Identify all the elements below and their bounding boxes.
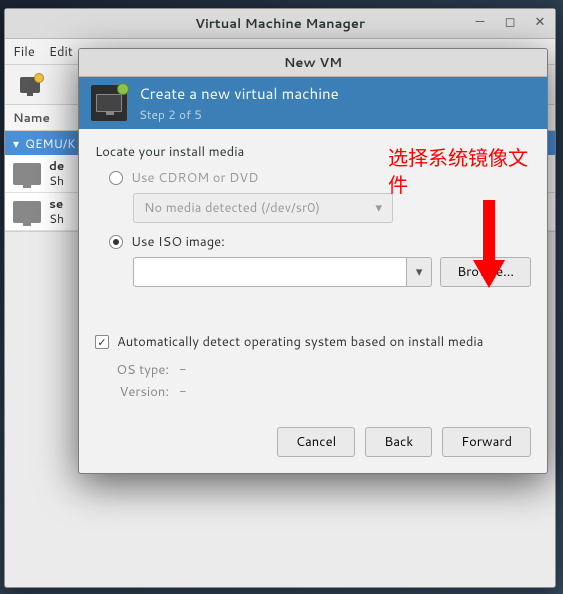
iso-dropdown-button[interactable]: ▾ bbox=[406, 257, 432, 287]
column-name: Name bbox=[13, 109, 50, 126]
vmm-title: Virtual Machine Manager bbox=[195, 15, 365, 33]
vmm-titlebar[interactable]: Virtual Machine Manager — ◻ ✕ bbox=[5, 9, 555, 39]
minimize-icon[interactable]: — bbox=[471, 13, 489, 31]
new-vm-button[interactable] bbox=[13, 70, 47, 100]
create-vm-icon bbox=[91, 85, 127, 121]
vm-icon bbox=[13, 163, 41, 185]
cancel-button[interactable]: Cancel bbox=[277, 427, 355, 457]
radio-cdrom-label: Use CDROM or DVD bbox=[131, 169, 258, 187]
os-type-key: OS type: bbox=[105, 361, 169, 379]
autodetect-row[interactable]: Automatically detect operating system ba… bbox=[95, 333, 531, 351]
banner-heading: Create a new virtual machine bbox=[139, 83, 339, 104]
forward-button[interactable]: Forward bbox=[442, 427, 531, 457]
dialog-title: New VM bbox=[284, 54, 342, 72]
star-icon bbox=[35, 74, 43, 82]
cdrom-combo-text: No media detected (/dev/sr0) bbox=[144, 199, 320, 217]
dialog-banner: Create a new virtual machine Step 2 of 5 bbox=[79, 77, 547, 129]
os-type-value: - bbox=[179, 361, 187, 379]
menu-file[interactable]: File bbox=[13, 43, 35, 61]
chevron-down-icon: ▾ bbox=[13, 135, 19, 152]
version-key: Version: bbox=[105, 383, 169, 401]
monitor-icon bbox=[20, 77, 40, 93]
vm-icon bbox=[13, 201, 41, 223]
autodetect-label: Automatically detect operating system ba… bbox=[117, 333, 483, 351]
dialog-titlebar[interactable]: New VM bbox=[79, 49, 547, 77]
close-icon[interactable]: ✕ bbox=[531, 13, 549, 31]
chevron-down-icon: ▾ bbox=[416, 263, 423, 281]
vm-state: Sh bbox=[49, 212, 64, 226]
iso-path-input[interactable] bbox=[133, 257, 406, 287]
radio-iso-row[interactable]: Use ISO image: bbox=[109, 233, 531, 251]
banner-step: Step 2 of 5 bbox=[139, 106, 339, 123]
version-value: - bbox=[179, 383, 187, 401]
radio-iso-label: Use ISO image: bbox=[131, 233, 225, 251]
group-label: QEMU/K bbox=[25, 135, 75, 152]
maximize-icon[interactable]: ◻ bbox=[501, 13, 519, 31]
radio-iso[interactable] bbox=[109, 235, 123, 249]
iso-combobox[interactable]: ▾ bbox=[133, 257, 432, 287]
radio-cdrom[interactable] bbox=[109, 171, 123, 185]
radio-cdrom-row[interactable]: Use CDROM or DVD bbox=[109, 169, 531, 187]
back-button[interactable]: Back bbox=[365, 427, 432, 457]
browse-button[interactable]: Browse... bbox=[440, 257, 531, 287]
cdrom-combo: No media detected (/dev/sr0) ▾ bbox=[133, 193, 393, 223]
locate-media-label: Locate your install media bbox=[95, 143, 531, 161]
menu-edit[interactable]: Edit bbox=[49, 43, 73, 61]
chevron-down-icon: ▾ bbox=[375, 199, 382, 217]
new-vm-dialog: New VM Create a new virtual machine Step… bbox=[78, 48, 548, 474]
vm-state: Sh bbox=[49, 174, 64, 188]
autodetect-checkbox[interactable] bbox=[95, 335, 109, 349]
